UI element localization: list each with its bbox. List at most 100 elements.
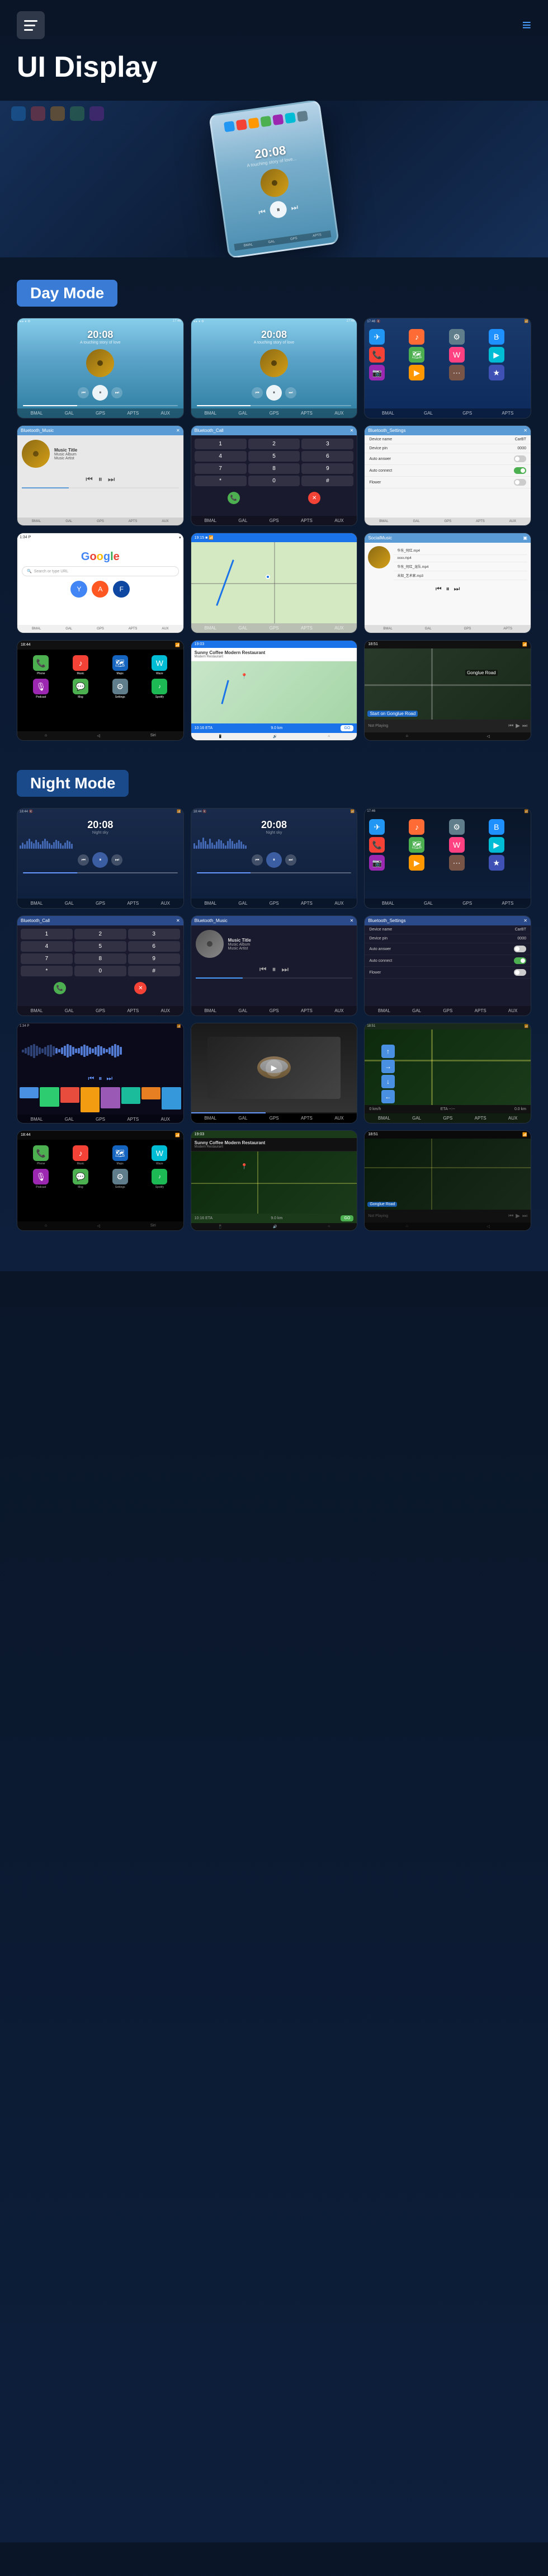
google-search-bar[interactable]: 🔍 Search or type URL [22, 566, 179, 576]
night-prev-1[interactable]: ⏮ [78, 854, 89, 866]
shortcut-3[interactable]: F [113, 581, 130, 598]
bt-music-close[interactable]: ✕ [176, 428, 180, 433]
night-next-2[interactable]: ⏭ [285, 854, 296, 866]
bt-play[interactable]: ⏸ [98, 474, 102, 484]
cp-phone[interactable]: 📞 Phone [23, 655, 59, 675]
wave-next[interactable]: ⏭ [106, 1074, 112, 1083]
next-btn-1[interactable]: ⏭ [111, 387, 122, 398]
night-key-1[interactable]: 1 [21, 929, 73, 939]
night-app-settings[interactable]: ⚙ [449, 819, 465, 835]
key-5[interactable]: 5 [248, 451, 300, 462]
prev-btn-1[interactable]: ⏮ [78, 387, 89, 398]
night-key-8[interactable]: 8 [74, 953, 126, 964]
dots-menu-button[interactable]: ≡ [522, 16, 531, 34]
night-go-button[interactable]: GO [341, 1215, 353, 1221]
key-4[interactable]: 4 [195, 451, 247, 462]
night-end-btn[interactable]: ✕ [134, 982, 147, 994]
key-6[interactable]: 6 [301, 451, 353, 462]
night-cp-msg[interactable]: 💬 Msg [63, 1169, 99, 1189]
shortcut-2[interactable]: A [92, 581, 108, 598]
night-cp-waze[interactable]: W Waze [141, 1145, 178, 1165]
night-app-camera[interactable]: 📷 [369, 855, 385, 871]
night-app-music[interactable]: ♪ [409, 819, 424, 835]
app-extra[interactable]: ★ [489, 365, 504, 380]
video-play-overlay[interactable]: ▶ [266, 1060, 282, 1077]
night-map-view[interactable]: ↑ → ↓ ← [365, 1030, 531, 1105]
auto-answer-toggle[interactable] [514, 455, 526, 462]
key-1[interactable]: 1 [195, 439, 247, 449]
night-play-2[interactable]: ⏸ [266, 852, 282, 868]
night-bt-next[interactable]: ⏭ [281, 965, 289, 974]
wave-play[interactable]: ⏸ [98, 1074, 102, 1083]
night-app-bt[interactable]: B [489, 819, 504, 835]
night-cp-maps[interactable]: 🗺 Maps [102, 1145, 138, 1165]
wave-prev[interactable]: ⏮ [88, 1074, 95, 1083]
app-music[interactable]: ♪ [409, 329, 424, 345]
app-camera[interactable]: 📷 [369, 365, 385, 380]
night-key-0[interactable]: 0 [74, 966, 126, 976]
key-hash[interactable]: # [301, 476, 353, 486]
flower-toggle[interactable] [514, 479, 526, 486]
night-cp-next-btn[interactable]: ⏭ [522, 1213, 527, 1219]
go-button[interactable]: GO [341, 725, 353, 731]
night-next-1[interactable]: ⏭ [111, 854, 122, 866]
cp-music[interactable]: ♪ Music [63, 655, 99, 675]
video-view[interactable]: ▶ [191, 1023, 357, 1112]
night-cp-music[interactable]: ♪ Music [63, 1145, 99, 1165]
play-btn-1[interactable]: ⏸ [92, 385, 108, 401]
menu-button[interactable] [17, 11, 45, 39]
cp-prev[interactable]: ⏮ [508, 723, 513, 729]
night-key-2[interactable]: 2 [74, 929, 126, 939]
shortcut-1[interactable]: Y [70, 581, 87, 598]
night-app-waze[interactable]: W [449, 837, 465, 853]
nav-map-view[interactable]: 📍 [191, 661, 357, 723]
cp-settings[interactable]: ⚙ Settings [102, 679, 138, 699]
end-call-button[interactable]: ✕ [308, 492, 320, 504]
night-auto-answer-toggle[interactable] [514, 946, 526, 952]
app-bt[interactable]: B [489, 329, 504, 345]
night-key-3[interactable]: 3 [128, 929, 180, 939]
cp-play[interactable]: ▶ [516, 723, 520, 729]
night-key-hash[interactable]: # [128, 966, 180, 976]
cp-messages[interactable]: 💬 Msg [63, 679, 99, 699]
night-cp-spotify[interactable]: ♪ Spotify [141, 1169, 178, 1189]
track-2[interactable]: xxxx.mp4 [394, 555, 527, 562]
night-flower-toggle[interactable] [514, 969, 526, 976]
call-button[interactable]: 📞 [228, 492, 240, 504]
prev-btn-2[interactable]: ⏮ [252, 387, 263, 398]
night-key-6[interactable]: 6 [128, 941, 180, 952]
key-0[interactable]: 0 [248, 476, 300, 486]
key-7[interactable]: 7 [195, 463, 247, 474]
key-2[interactable]: 2 [248, 439, 300, 449]
night-bt-play[interactable]: ⏸ [272, 965, 276, 974]
cp-maps[interactable]: 🗺 Maps [102, 655, 138, 675]
app-nav[interactable]: 🗺 [409, 347, 424, 363]
night-key-5[interactable]: 5 [74, 941, 126, 952]
app-telegram[interactable]: ✈ [369, 329, 385, 345]
local-play[interactable]: ⏸ [446, 585, 450, 593]
app-carplay[interactable]: ▶ [489, 347, 504, 363]
night-app-media[interactable]: ▶ [409, 855, 424, 871]
night-app-carplay[interactable]: ▶ [489, 837, 504, 853]
play-btn-2[interactable]: ⏸ [266, 385, 282, 401]
key-star[interactable]: * [195, 476, 247, 486]
night-app-extra[interactable]: ★ [489, 855, 504, 871]
track-4[interactable]: 未知_艺术家.mp3 [394, 571, 527, 580]
night-key-4[interactable]: 4 [21, 941, 73, 952]
bt-next[interactable]: ⏭ [108, 474, 115, 484]
app-settings[interactable]: ⚙ [449, 329, 465, 345]
key-9[interactable]: 9 [301, 463, 353, 474]
night-bt-prev[interactable]: ⏮ [259, 965, 267, 974]
night-key-7[interactable]: 7 [21, 953, 73, 964]
app-media[interactable]: ▶ [409, 365, 424, 380]
night-app-more[interactable]: ⋯ [449, 855, 465, 871]
night-key-9[interactable]: 9 [128, 953, 180, 964]
night-cp-podcast[interactable]: 🎙 Podcast [23, 1169, 59, 1189]
local-next[interactable]: ⏭ [454, 585, 460, 593]
night-cp-play-btn[interactable]: ▶ [516, 1213, 520, 1219]
key-8[interactable]: 8 [248, 463, 300, 474]
local-prev[interactable]: ⏮ [436, 585, 442, 593]
key-3[interactable]: 3 [301, 439, 353, 449]
night-cp-map[interactable]: 📍 [191, 1151, 357, 1214]
cp-next[interactable]: ⏭ [522, 723, 527, 729]
